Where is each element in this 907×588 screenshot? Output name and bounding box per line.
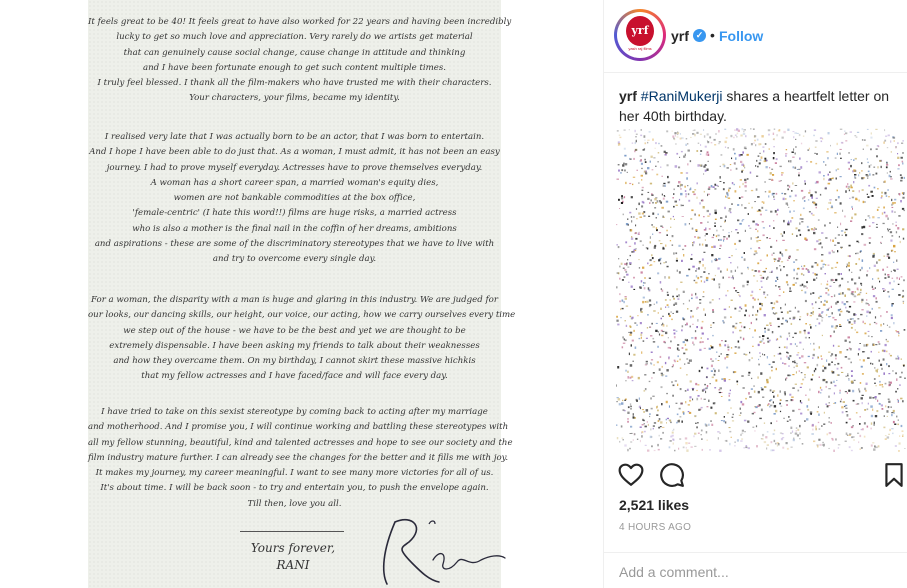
letter-line: and aspirations - these are some of the … (94, 239, 495, 250)
username-link[interactable]: yrf (671, 28, 689, 44)
letter-line: It's about time. I will be back soon - t… (100, 483, 489, 494)
separator-dot: • (710, 27, 715, 43)
letter-line: 'female-centric' (I hate this word!!) fi… (132, 208, 457, 219)
closing-text: Yours forever, (250, 541, 336, 555)
signed-name: RANI (276, 558, 310, 572)
letter-line: who is also a mother is the final nail i… (132, 223, 457, 234)
letter-line: and motherhood. And I promise you, I wil… (88, 422, 509, 433)
post-header: yrf yash raj films yrf ✓ • Follow (604, 0, 907, 73)
avatar-caption: yash raj films (628, 46, 652, 51)
letter-line: I have tried to take on this sexist ster… (101, 407, 488, 417)
letter-line: lucky to get so much love and appreciati… (116, 32, 473, 43)
letter-paragraph-4: I have tried to take on this sexist ster… (88, 405, 513, 512)
letter-line: our looks, our dancing skills, our heigh… (88, 310, 516, 321)
letter-line: extremely dispensable. I have been askin… (109, 340, 480, 351)
letter-line: and try to overcome every single day. (212, 254, 377, 265)
avatar[interactable]: yrf yash raj films (614, 9, 666, 61)
letter-paragraph-2: I realised very late that I was actually… (88, 130, 501, 268)
caption-hashtag[interactable]: #RaniMukerji (641, 88, 723, 104)
caption-username[interactable]: yrf (619, 88, 637, 104)
letter-line: Your characters, your films, became my i… (189, 93, 400, 104)
follow-button[interactable]: Follow (719, 28, 763, 44)
letter-line: that can genuinely cause social change, … (123, 47, 466, 58)
post-actions (604, 456, 907, 496)
verified-icon: ✓ (693, 29, 706, 42)
letter-line: women are not bankable commodities at th… (173, 193, 416, 204)
comment-input[interactable] (619, 564, 889, 580)
timestamp[interactable]: 4 HOURS AGO (619, 522, 691, 533)
letter-line: For a woman, the disparity with a man is… (91, 295, 498, 305)
letter-line: journey. I had to prove myself everyday.… (106, 162, 483, 173)
letter-line: A woman has a short career span, a marri… (150, 177, 439, 188)
letter-line: film industry mature further. I can alre… (88, 452, 509, 463)
comment-icon[interactable] (659, 462, 685, 488)
letter-paragraph-3: For a woman, the disparity with a man is… (88, 293, 516, 385)
letter-line: It feels great to be 40! It feels great … (88, 17, 512, 27)
letter-line: And I hope I have been able to do just t… (89, 147, 500, 158)
comment-bar (604, 552, 907, 588)
letter-paragraph-1: It feels great to be 40! It feels great … (88, 15, 512, 107)
letter-line: It makes my journey, my career meaningfu… (95, 468, 494, 479)
letter-line: I truly feel blessed. I thank all the fi… (97, 78, 492, 89)
letter-line: and how they overcame them. On my birthd… (113, 356, 476, 367)
letter-closing: Yours forever, RANI (238, 540, 348, 574)
letter-line: we step out of the house - we have to be… (123, 325, 466, 336)
letter-line: that my fellow actresses and I have face… (141, 371, 448, 382)
letter-image: It feels great to be 40! It feels great … (88, 0, 516, 588)
likes-count[interactable]: 2,521 likes (619, 497, 689, 513)
letter-line: all my fellow stunning, beautiful, kind … (88, 437, 513, 448)
obscured-comments-area (616, 128, 906, 452)
letter-line: I realised very late that I was actually… (104, 132, 485, 142)
signature-divider (240, 531, 344, 532)
post-caption: yrf #RaniMukerji shares a heartfelt lett… (619, 86, 899, 126)
post-sidebar: yrf yash raj films yrf ✓ • Follow yrf #R… (603, 0, 907, 588)
bookmark-icon[interactable] (881, 462, 907, 488)
yrf-logo: yrf (626, 16, 654, 46)
heart-icon[interactable] (618, 462, 644, 488)
handwritten-signature (382, 518, 506, 585)
letter-line: and I have been fortunate enough to get … (143, 62, 446, 73)
